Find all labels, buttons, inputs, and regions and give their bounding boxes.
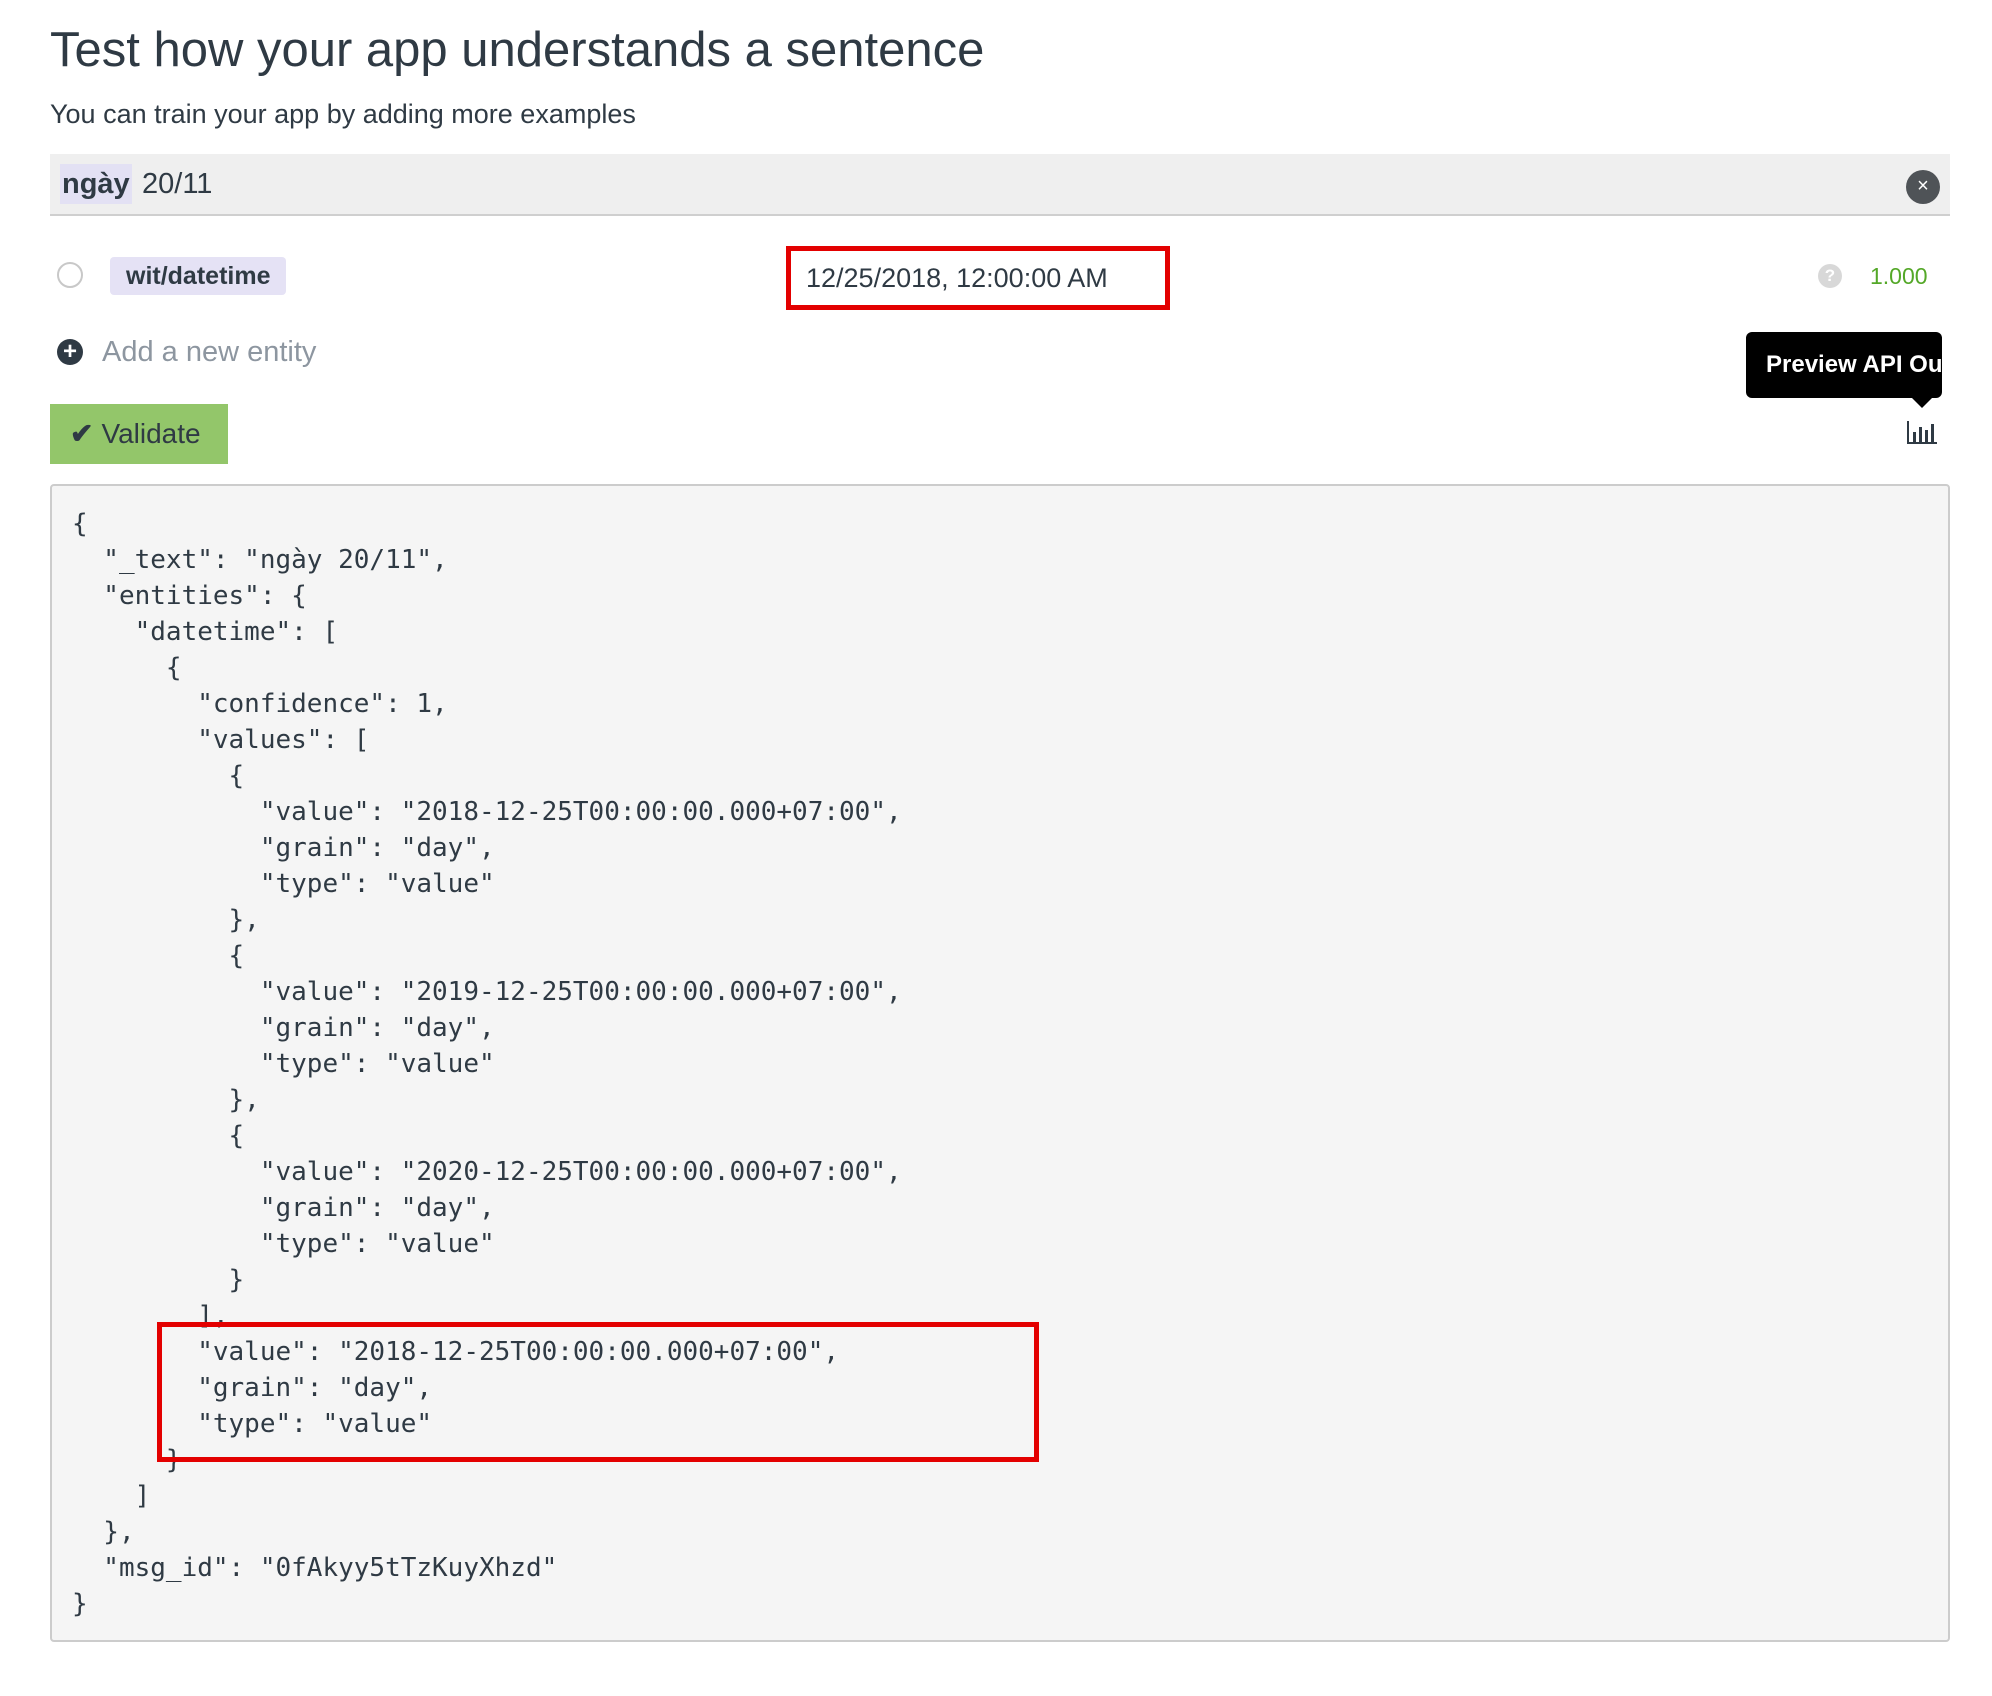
check-icon: ✔	[70, 418, 94, 449]
plus-circle-icon: +	[57, 339, 83, 365]
validate-label: Validate	[101, 418, 201, 449]
api-output-json: { "_text": "ngày 20/11", "entities": { "…	[72, 509, 902, 1619]
validate-button[interactable]: ✔ Validate	[50, 404, 228, 464]
confidence-score: 1.000	[1870, 263, 1928, 289]
entity-tag[interactable]: wit/datetime	[110, 257, 287, 295]
entity-radio[interactable]	[57, 262, 83, 288]
entity-value: 12/25/2018, 12:00:00 AM	[786, 246, 1170, 310]
api-output-panel: { "_text": "ngày 20/11", "entities": { "…	[50, 484, 1950, 1642]
sentence-token-highlight[interactable]: ngày	[60, 164, 132, 204]
add-entity-label: Add a new entity	[102, 336, 317, 368]
entity-row: wit/datetime 12/25/2018, 12:00:00 AM ? 1…	[50, 240, 1950, 310]
sentence-input[interactable]: ngày 20/11 ×	[50, 154, 1950, 216]
page-subtitle: You can train your app by adding more ex…	[50, 99, 636, 129]
preview-api-tooltip: Preview API Out	[1746, 332, 1942, 398]
page-title: Test how your app understands a sentence	[50, 23, 985, 77]
sentence-text: 20/11	[142, 168, 213, 200]
bar-chart-icon[interactable]	[1906, 420, 1938, 446]
question-icon[interactable]: ?	[1818, 264, 1842, 288]
close-icon[interactable]: ×	[1906, 170, 1940, 204]
tooltip-arrow	[1912, 398, 1932, 408]
